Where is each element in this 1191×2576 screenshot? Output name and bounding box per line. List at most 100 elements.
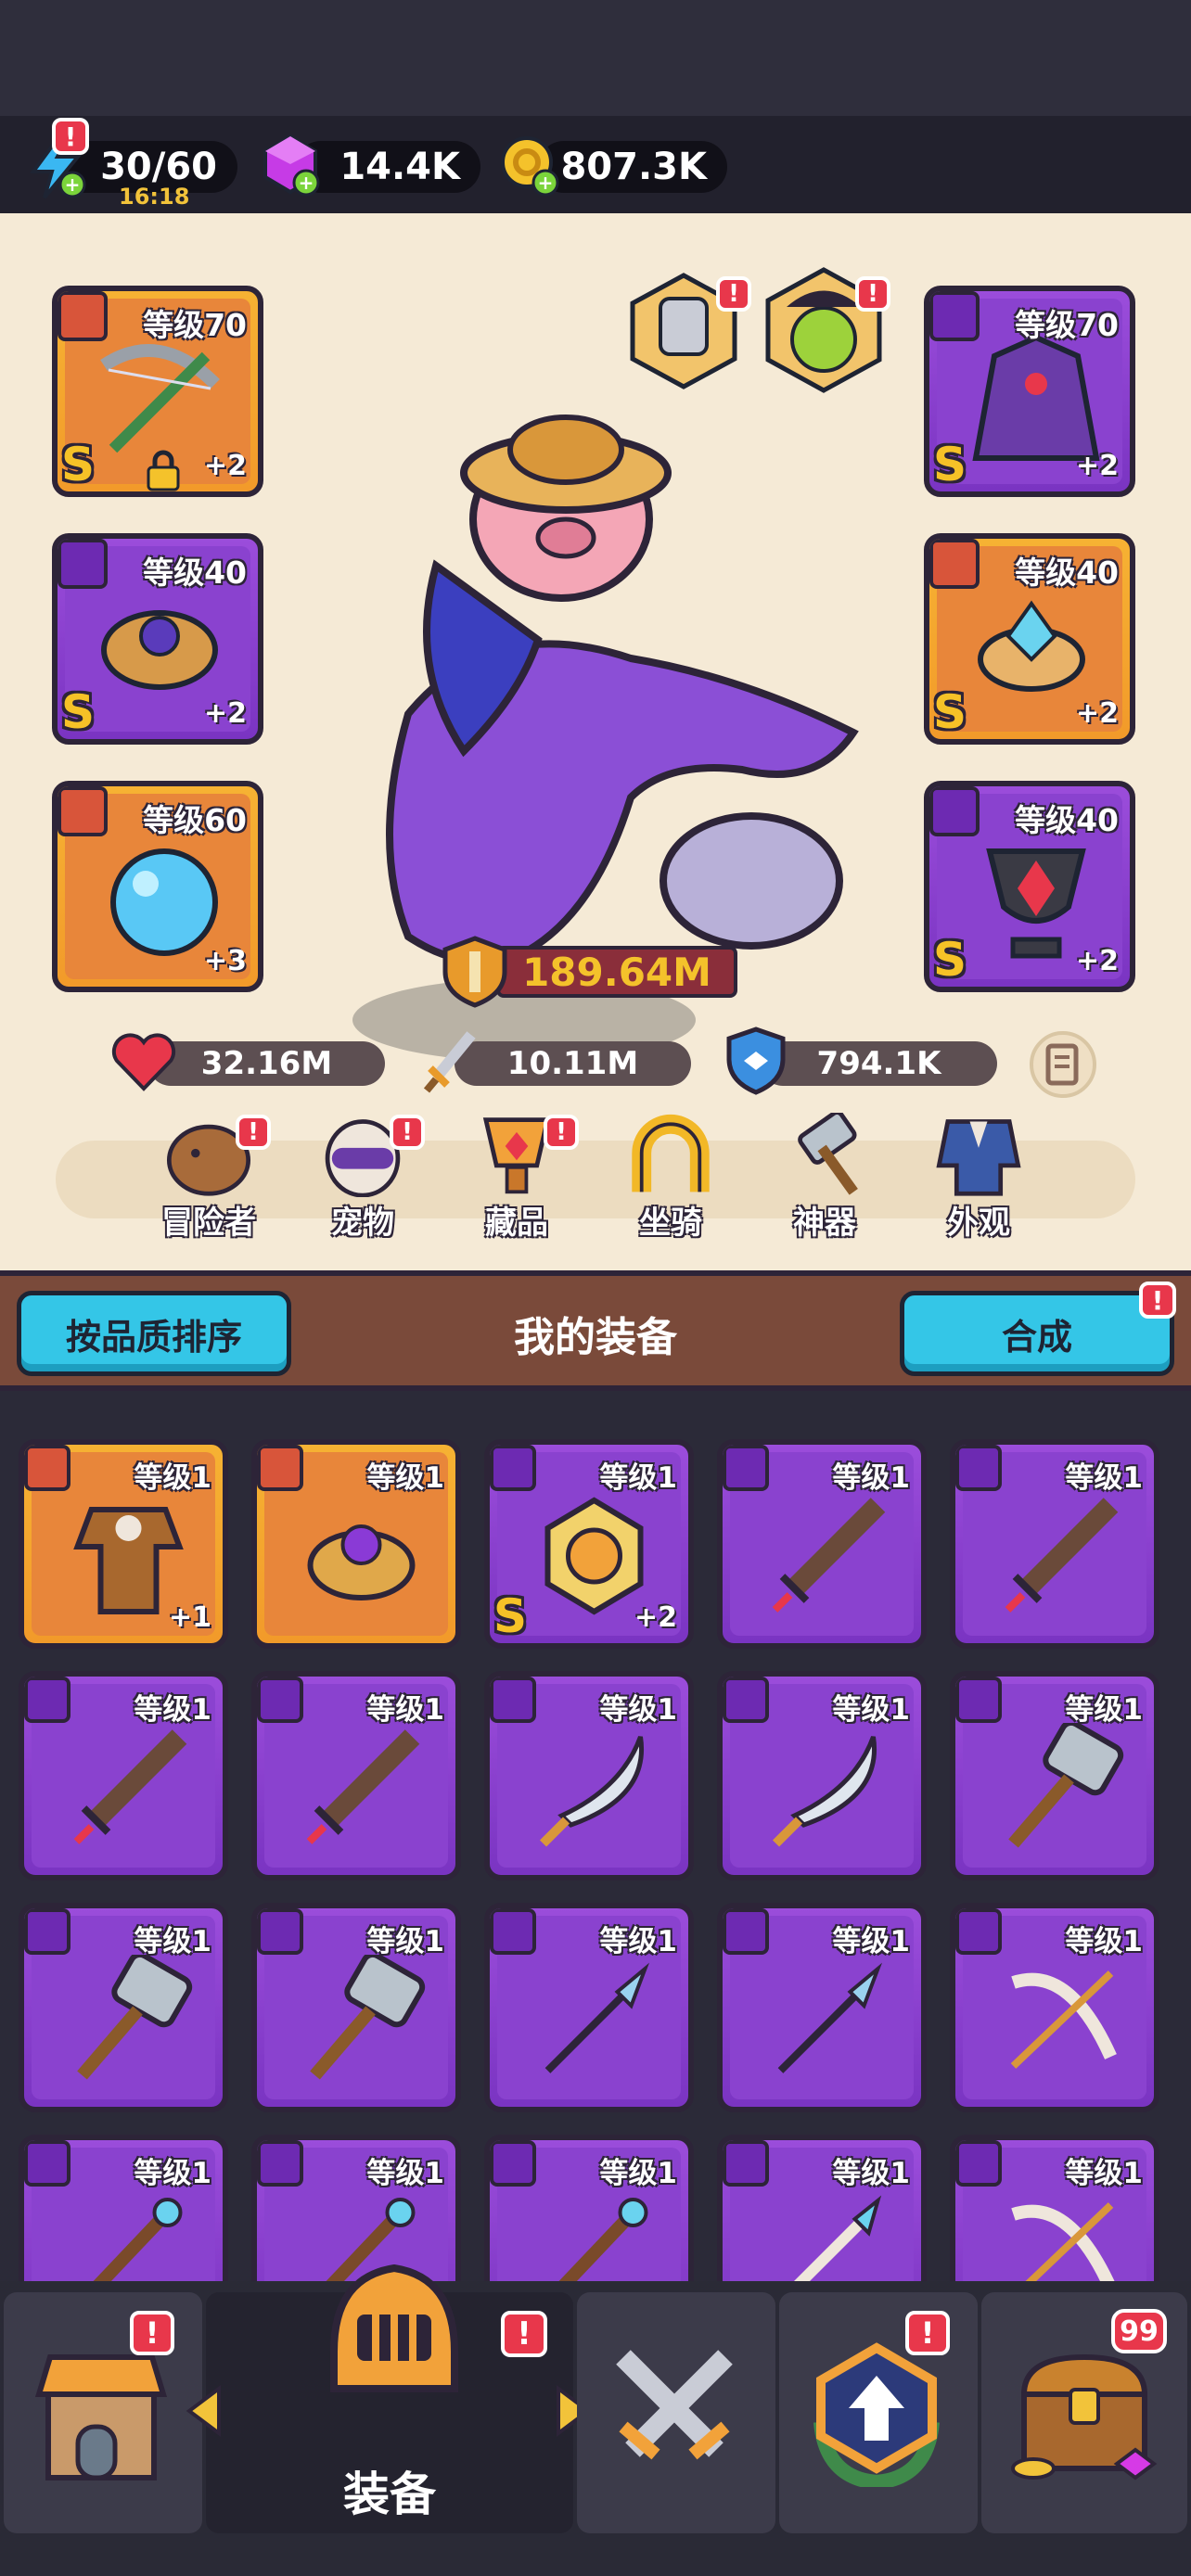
equip-slot-orb[interactable]: 等级60 +3 xyxy=(52,781,263,992)
equip-slot-armor[interactable]: 等级70 +2 S xyxy=(924,286,1135,497)
cloak-icon xyxy=(972,334,1100,461)
amulet-category-icon xyxy=(929,786,980,836)
ring-icon xyxy=(101,610,218,690)
sword-icon xyxy=(306,1729,420,1844)
slot-level: 等级40 xyxy=(143,555,247,591)
slot-grade: S xyxy=(933,438,967,491)
item-level: 等级1 xyxy=(1065,1461,1143,1495)
slot-level: 等级70 xyxy=(143,307,247,343)
menu-label: 坐骑 xyxy=(639,1205,702,1242)
equipment-item[interactable]: 等级1 xyxy=(717,1903,927,2112)
slot-grade: S xyxy=(933,933,967,987)
item-level: 等级1 xyxy=(832,1461,910,1495)
ring-icon xyxy=(307,1524,416,1600)
equipment-item[interactable]: 等级1 xyxy=(717,1439,927,1649)
item-level: 等级1 xyxy=(366,2157,444,2190)
equipment-item[interactable]: 等级1 xyxy=(19,1903,228,2112)
category-tag-icon xyxy=(723,2140,769,2187)
slot-level: 等级40 xyxy=(1015,802,1119,838)
equip-slot-weapon[interactable]: 等级70 +2 S xyxy=(52,286,263,497)
item-level: 等级1 xyxy=(832,2157,910,2190)
equipment-title: 我的装备 xyxy=(514,1314,677,1361)
merge-button[interactable]: 合成 xyxy=(900,1291,1174,1376)
item-plus: +2 xyxy=(634,1601,677,1634)
equip-slot-amulet[interactable]: 等级40 +2 S xyxy=(924,781,1135,992)
slot-plus: +2 xyxy=(203,697,247,730)
coin-icon[interactable]: + xyxy=(497,133,562,198)
equipment-item[interactable]: 等级1 +2 S xyxy=(484,1439,694,1649)
nav-upgrade[interactable]: ! xyxy=(779,2292,978,2533)
item-level: 等级1 xyxy=(134,2157,211,2190)
helmet-icon xyxy=(330,2264,458,2392)
item-level: 等级1 xyxy=(599,1925,677,1958)
equipment-item[interactable]: 等级1 +1 xyxy=(19,1439,228,1649)
equipment-item[interactable]: 等级1 xyxy=(484,1903,694,2112)
equipment-item[interactable]: 等级1 xyxy=(950,1439,1159,1649)
item-level: 等级1 xyxy=(134,1693,211,1727)
equipment-item[interactable]: 等级1 xyxy=(251,1439,461,1649)
knight-alert-badge: ! xyxy=(716,276,751,312)
category-tag-icon xyxy=(723,1677,769,1723)
category-tag-icon xyxy=(955,1445,1002,1491)
sword-icon xyxy=(772,1498,886,1613)
equipment-item[interactable]: 等级1 xyxy=(251,1671,461,1881)
hp-stat: 32.16M xyxy=(148,1041,385,1086)
details-icon[interactable] xyxy=(1028,1029,1098,1100)
item-grade: S xyxy=(493,1589,528,1643)
outfit-icon xyxy=(936,1119,1021,1196)
category-tag-icon xyxy=(723,1445,769,1491)
coins-display[interactable]: 807.3K xyxy=(538,141,727,193)
resource-bar: 30/60 16:18 + ! 14.4K + 807.3K + xyxy=(0,116,1191,213)
slot-grade: S xyxy=(61,685,96,739)
gems-display[interactable]: 14.4K xyxy=(295,141,480,193)
pirate-alert-badge: ! xyxy=(855,276,890,312)
menu-artifact[interactable]: 神器 xyxy=(755,1113,894,1243)
equipment-item[interactable]: 等级1 xyxy=(251,1903,461,2112)
equipment-item[interactable]: 等级1 xyxy=(484,1671,694,1881)
nav-shop[interactable]: ! xyxy=(4,2292,202,2533)
item-plus: +1 xyxy=(168,1601,211,1634)
nav-chest[interactable]: 99 xyxy=(981,2292,1187,2533)
category-tag-icon xyxy=(723,1908,769,1955)
status-bar xyxy=(0,0,1191,116)
slot-grade: S xyxy=(61,438,96,491)
equipment-alert-badge: ! xyxy=(501,2311,547,2357)
coins-value: 807.3K xyxy=(560,146,707,188)
menu-appearance[interactable]: 外观 xyxy=(909,1113,1048,1243)
item-level: 等级1 xyxy=(599,1461,677,1495)
pet-alert-badge: ! xyxy=(390,1115,425,1150)
adventurer-alert-badge: ! xyxy=(236,1115,271,1150)
gem-icon[interactable]: + xyxy=(258,133,323,198)
equipment-item[interactable]: 等级1 xyxy=(950,1671,1159,1881)
attack-stat: 10.11M xyxy=(455,1041,691,1086)
menu-label: 宠物 xyxy=(331,1205,394,1242)
category-tag-icon xyxy=(24,1445,70,1491)
category-tag-icon xyxy=(257,2140,303,2187)
item-level: 等级1 xyxy=(1065,1693,1143,1727)
category-tag-icon xyxy=(257,1677,303,1723)
sort-by-quality-button[interactable]: 按品质排序 xyxy=(17,1291,291,1376)
nav-active-label: 装备 xyxy=(343,2468,436,2521)
equip-slot-ring-2[interactable]: 等级40 +2 S xyxy=(924,533,1135,745)
scimitar-icon xyxy=(772,1736,877,1847)
equipment-item[interactable]: 等级1 xyxy=(717,1671,927,1881)
orb-category-icon xyxy=(58,786,108,836)
hero-panel: 等级70 +2 S 等级40 +2 S 等级60 +3 等级70 +2 S 等级… xyxy=(0,213,1191,1270)
slot-grade: S xyxy=(933,685,967,739)
category-tag-icon xyxy=(955,1677,1002,1723)
nav-battle[interactable] xyxy=(577,2292,775,2533)
menu-mount[interactable]: 坐骑 xyxy=(601,1113,740,1243)
chevron-left-icon[interactable] xyxy=(186,2385,223,2437)
gems-value: 14.4K xyxy=(339,146,460,188)
equip-slot-ring[interactable]: 等级40 +2 S xyxy=(52,533,263,745)
orb-icon xyxy=(110,848,218,956)
equipment-item[interactable]: 等级1 xyxy=(950,1903,1159,2112)
slot-plus: +3 xyxy=(203,945,247,977)
equipment-item[interactable]: 等级1 xyxy=(19,1671,228,1881)
item-level: 等级1 xyxy=(832,1925,910,1958)
nav-equipment[interactable]: ! 装备 xyxy=(186,2264,592,2533)
bottom-nav: ! ! 装备 ! 99 xyxy=(0,2264,1191,2576)
energy-value: 30/60 xyxy=(100,146,217,188)
heart-icon xyxy=(111,1033,176,1091)
hammer-icon xyxy=(310,1955,426,2080)
